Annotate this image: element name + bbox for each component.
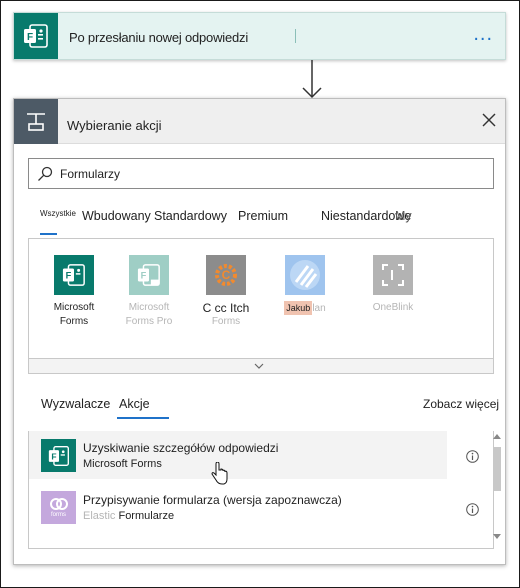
choose-action-card: Wybieranie akcji Wszystkie Wbudowany Sta…	[13, 98, 506, 565]
results-list: F Uzyskiwanie szczegółów odpowiedzi Micr…	[28, 431, 501, 549]
trigger-title[interactable]: Po przesłaniu nowej odpowiedzi	[69, 30, 248, 45]
arrow-down-icon	[302, 60, 322, 99]
svg-text:F: F	[141, 271, 147, 281]
tab-triggers[interactable]: Wyzwalacze	[41, 397, 110, 411]
search-box[interactable]	[28, 158, 494, 189]
link-icon: forms	[41, 491, 76, 524]
result-subtitle: Microsoft Forms	[83, 458, 162, 470]
active-tab-indicator	[117, 417, 169, 419]
result-title: Uzyskiwanie szczegółów odpowiedzi	[83, 441, 279, 455]
forms-icon: F	[54, 255, 94, 295]
connector-grid: F MicrosoftForms F MicrosoftForms Pro	[28, 238, 494, 358]
connector-microsoft-forms[interactable]: F Microsoft Forms	[34, 255, 114, 329]
forms-icon: F	[41, 439, 76, 472]
list-item[interactable]: forms Przypisywanie formularza (wersja z…	[29, 483, 447, 531]
expand-connectors-button[interactable]	[28, 358, 494, 374]
tab-all[interactable]: Wszystkie	[40, 209, 76, 218]
active-tab-indicator	[40, 233, 57, 235]
forms-pro-icon: F	[129, 255, 169, 295]
connector-label: OneBlink	[372, 302, 414, 313]
info-icon[interactable]	[466, 450, 479, 463]
scrollbar[interactable]	[490, 431, 504, 549]
svg-text:F: F	[27, 32, 33, 43]
close-icon[interactable]	[481, 112, 497, 128]
card-header: Wybieranie akcji	[14, 99, 505, 144]
more-options-button[interactable]: ...	[473, 24, 493, 44]
title-divider	[295, 29, 296, 43]
hand-cursor-icon	[211, 462, 228, 485]
gear-icon: C	[206, 255, 246, 295]
connector-label: C cc Itch	[202, 301, 250, 315]
svg-text:F: F	[66, 271, 72, 281]
connector-sublabel: Forms	[211, 316, 241, 327]
result-subtitle: Elastic Formularze	[83, 510, 175, 522]
connector-label: Jakub lan	[284, 301, 326, 315]
svg-text:F: F	[51, 451, 56, 461]
card-title: Wybieranie akcji	[67, 118, 162, 133]
connector-cognito-forms[interactable]: C C cc Itch Forms	[186, 255, 266, 329]
connector-label: Microsoft Forms Pro	[125, 302, 173, 327]
trigger-card[interactable]: F Po przesłaniu nowej odpowiedzi ...	[13, 12, 506, 60]
forms-icon: F	[14, 13, 58, 59]
stripes-icon	[285, 255, 325, 295]
oneblink-icon	[373, 255, 413, 295]
connector-label: Microsoft Forms	[53, 302, 95, 327]
see-more-link[interactable]: Zobacz więcej	[423, 397, 499, 411]
connector-microsoft-forms-pro[interactable]: F Microsoft Forms Pro	[109, 255, 189, 329]
connector-jakub[interactable]: Jakub lan	[265, 255, 345, 316]
tab-standard[interactable]: Standardowy	[154, 209, 227, 223]
icon-caption: forms	[51, 512, 66, 518]
action-icon	[14, 99, 58, 144]
tab-built-in[interactable]: Wbudowany	[82, 209, 151, 223]
connector-oneblink[interactable]: OneBlink	[353, 255, 433, 315]
search-input[interactable]	[60, 165, 480, 183]
chevron-down-icon	[254, 363, 264, 369]
svg-text:C: C	[222, 268, 231, 282]
tab-actions[interactable]: Akcje	[119, 397, 150, 411]
tab-my[interactable]: My	[395, 209, 412, 223]
result-title: Przypisywanie formularza (wersja zapozna…	[83, 493, 342, 507]
list-item[interactable]: F Uzyskiwanie szczegółów odpowiedzi Micr…	[29, 431, 447, 479]
info-icon[interactable]	[466, 503, 479, 516]
search-icon	[38, 166, 53, 181]
tab-premium[interactable]: Premium	[238, 209, 288, 223]
